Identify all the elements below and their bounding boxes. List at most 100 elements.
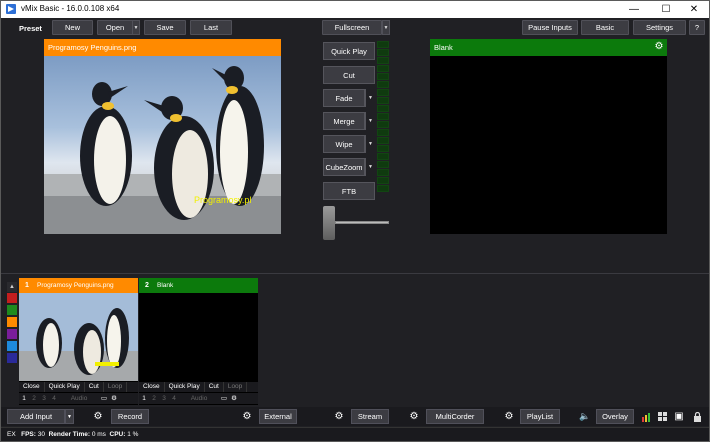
- penguins-image: [44, 66, 281, 234]
- cubezoom-button[interactable]: CubeZoom: [323, 158, 365, 176]
- status-render-value: 0 ms: [91, 431, 106, 438]
- input-1-overlay-1-button[interactable]: 1: [19, 393, 29, 404]
- close-button[interactable]: ✕: [679, 1, 709, 18]
- input-1-quick-play-button[interactable]: Quick Play: [45, 382, 85, 392]
- color-swatch[interactable]: [7, 317, 17, 327]
- input-2-tile[interactable]: 2 Blank Close Quick Play Cut Loop 1 2 3 …: [139, 278, 258, 405]
- fade-dropdown-icon[interactable]: ▼: [365, 89, 375, 107]
- window-title: vMix Basic - 16.0.0.108 x64: [21, 4, 120, 13]
- vmix-logo-icon: [6, 4, 16, 14]
- input-1-controls: Close Quick Play Cut Loop: [19, 382, 138, 392]
- add-input-dropdown-icon[interactable]: ▼: [65, 409, 74, 424]
- color-swatch[interactable]: [7, 293, 17, 303]
- playlist-button[interactable]: PlayList: [520, 409, 560, 424]
- merge-dropdown-icon[interactable]: ▼: [365, 112, 375, 130]
- cut-button[interactable]: Cut: [323, 66, 375, 84]
- record-settings-gear-icon[interactable]: ⚙: [90, 409, 106, 424]
- input-2-overlay-4-button[interactable]: 4: [169, 393, 179, 404]
- help-button[interactable]: ?: [689, 20, 705, 35]
- cubezoom-dropdown-icon[interactable]: ▼: [365, 158, 375, 176]
- preview-panel[interactable]: Programosy Penguins.png Programosy.pl: [44, 39, 281, 234]
- basic-button[interactable]: Basic: [581, 20, 629, 35]
- status-ex: EX: [7, 431, 16, 438]
- last-button[interactable]: Last: [190, 20, 232, 35]
- input-1-overlay-3-button[interactable]: 3: [39, 393, 49, 404]
- color-swatch[interactable]: [7, 305, 17, 315]
- input-2-settings-gear-icon[interactable]: ⚙: [229, 393, 239, 404]
- status-bar: EX FPS: 30 Render Time: 0 ms CPU: 1 %: [1, 427, 709, 441]
- input-2-quick-play-button[interactable]: Quick Play: [165, 382, 205, 392]
- input-1-monitor-icon[interactable]: ▭: [99, 393, 109, 404]
- title-bar: vMix Basic - 16.0.0.108 x64 — ☐ ✕: [1, 1, 709, 18]
- overlay-button[interactable]: Overlay: [596, 409, 634, 424]
- open-button[interactable]: Open: [97, 20, 133, 35]
- merge-button[interactable]: Merge: [323, 112, 365, 130]
- quick-play-button[interactable]: Quick Play: [323, 42, 375, 60]
- input-1-overlay-2-button[interactable]: 2: [29, 393, 39, 404]
- input-2-close-button[interactable]: Close: [139, 382, 165, 392]
- external-button[interactable]: External: [259, 409, 297, 424]
- ftb-button[interactable]: FTB: [323, 182, 375, 200]
- fullscreen-dropdown-icon[interactable]: ▼: [382, 20, 390, 35]
- audio-meter: [377, 41, 389, 196]
- input-1-settings-gear-icon[interactable]: ⚙: [109, 393, 119, 404]
- speaker-icon[interactable]: 🔈: [577, 409, 593, 424]
- input-2-cut-button[interactable]: Cut: [205, 382, 224, 392]
- status-fps-value: 30: [37, 431, 45, 438]
- tbar-track[interactable]: [335, 221, 389, 224]
- preview-watermark: Programosy.pl: [194, 195, 252, 205]
- status-render-label: Render Time:: [48, 431, 90, 438]
- input-2-controls: Close Quick Play Cut Loop: [139, 382, 258, 392]
- stream-button[interactable]: Stream: [351, 409, 389, 424]
- output-panel[interactable]: Blank ⚙: [430, 39, 667, 234]
- input-2-overlay-1-button[interactable]: 1: [139, 393, 149, 404]
- color-swatch[interactable]: [7, 353, 17, 363]
- input-1-thumbnail[interactable]: [19, 293, 138, 381]
- color-strip-up-icon[interactable]: ▲: [7, 282, 17, 292]
- input-1-tile[interactable]: 1 Programosy Penguins.png Close Quick Pl…: [19, 278, 138, 405]
- add-input-button[interactable]: Add Input: [7, 409, 65, 424]
- wipe-button[interactable]: Wipe: [323, 135, 365, 153]
- open-dropdown-icon[interactable]: ▼: [132, 20, 140, 35]
- lock-icon[interactable]: [689, 409, 705, 424]
- pause-inputs-button[interactable]: Pause Inputs: [522, 20, 578, 35]
- input-2-number: 2: [145, 282, 149, 289]
- new-button[interactable]: New: [52, 20, 93, 35]
- color-swatch[interactable]: [7, 329, 17, 339]
- maximize-button[interactable]: ☐: [651, 1, 681, 18]
- multiview-grid-icon[interactable]: [655, 409, 671, 424]
- color-swatch[interactable]: [7, 341, 17, 351]
- output-settings-gear-icon[interactable]: ⚙: [654, 42, 664, 52]
- input-1-number: 1: [25, 282, 29, 289]
- status-cpu-value: 1 %: [127, 431, 139, 438]
- multicorder-button[interactable]: MultiCorder: [426, 409, 484, 424]
- stream-settings-gear-icon[interactable]: ⚙: [331, 409, 347, 424]
- fullscreen-button[interactable]: Fullscreen: [322, 20, 382, 35]
- record-button[interactable]: Record: [111, 409, 149, 424]
- external-settings-gear-icon[interactable]: ⚙: [239, 409, 255, 424]
- wipe-dropdown-icon[interactable]: ▼: [365, 135, 375, 153]
- input-2-loop-button[interactable]: Loop: [224, 382, 248, 392]
- input-2-overlay-2-button[interactable]: 2: [149, 393, 159, 404]
- input-1-header: 1 Programosy Penguins.png: [19, 278, 138, 293]
- input-1-close-button[interactable]: Close: [19, 382, 45, 392]
- input-2-monitor-icon[interactable]: ▭: [219, 393, 229, 404]
- audio-levels-icon[interactable]: [639, 409, 655, 424]
- input-1-audio-button[interactable]: Audio: [59, 393, 99, 404]
- input-1-penguins-image: [19, 293, 138, 381]
- settings-button[interactable]: Settings: [633, 20, 686, 35]
- status-cpu-label: CPU:: [109, 431, 126, 438]
- minimize-button[interactable]: —: [619, 1, 649, 18]
- input-1-cut-button[interactable]: Cut: [85, 382, 104, 392]
- multicorder-settings-gear-icon[interactable]: ⚙: [406, 409, 422, 424]
- input-2-audio-button[interactable]: Audio: [179, 393, 219, 404]
- tbar-handle[interactable]: [323, 206, 335, 240]
- input-1-loop-button[interactable]: Loop: [104, 382, 128, 392]
- fade-button[interactable]: Fade: [323, 89, 365, 107]
- input-2-overlay-3-button[interactable]: 3: [159, 393, 169, 404]
- fullscreen-monitor-icon[interactable]: ▣: [671, 409, 687, 424]
- input-1-overlay-4-button[interactable]: 4: [49, 393, 59, 404]
- save-button[interactable]: Save: [144, 20, 186, 35]
- input-2-thumbnail[interactable]: [139, 293, 258, 381]
- playlist-settings-gear-icon[interactable]: ⚙: [501, 409, 517, 424]
